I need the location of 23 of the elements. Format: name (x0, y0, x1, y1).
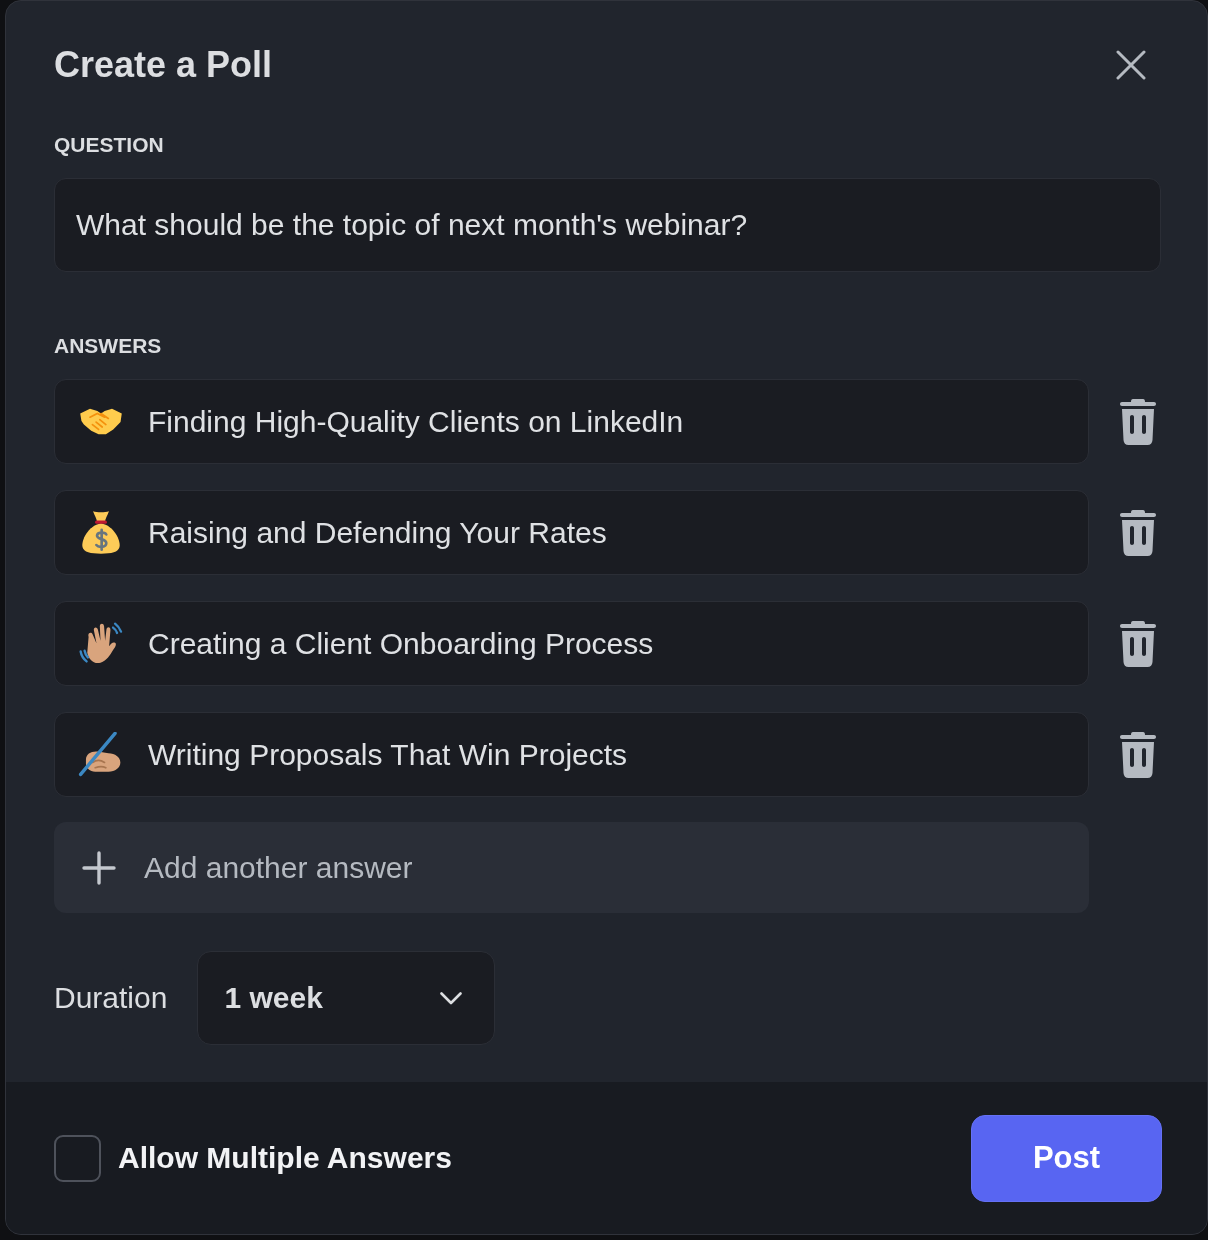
add-answer-button[interactable]: Add another answer (54, 822, 1089, 913)
post-button[interactable]: Post (971, 1114, 1162, 1202)
duration-label: Duration (54, 981, 168, 1015)
answer-field[interactable]: Finding High-Quality Clients on LinkedIn (54, 379, 1089, 464)
answer-field[interactable]: Writing Proposals That Win Projects (54, 712, 1089, 797)
duration-dropdown[interactable]: 1 week (197, 951, 496, 1045)
dialog-title: Create a Poll (54, 44, 273, 86)
answer-field[interactable]: Raising and Defending Your Rates (54, 490, 1089, 575)
question-label: QUESTION (54, 132, 164, 158)
trash-icon[interactable] (1120, 620, 1156, 667)
answer-field[interactable]: Creating a Client Onboarding Process (54, 601, 1089, 686)
checkbox-label: Allow Multiple Answers (118, 1141, 452, 1175)
question-field[interactable]: What should be the topic of next month's webinar? (54, 178, 1161, 272)
answers-label: ANSWERS (54, 333, 162, 359)
plus-icon[interactable] (82, 850, 116, 885)
trash-icon[interactable] (1120, 731, 1156, 778)
waving-hand-icon[interactable] (78, 621, 123, 666)
chevron-down-icon[interactable] (440, 991, 463, 1005)
close-icon[interactable] (1116, 50, 1146, 80)
trash-icon[interactable] (1120, 509, 1156, 556)
writing-hand-icon[interactable] (78, 732, 123, 777)
checkbox[interactable] (54, 1134, 101, 1182)
trash-icon[interactable] (1120, 398, 1156, 445)
